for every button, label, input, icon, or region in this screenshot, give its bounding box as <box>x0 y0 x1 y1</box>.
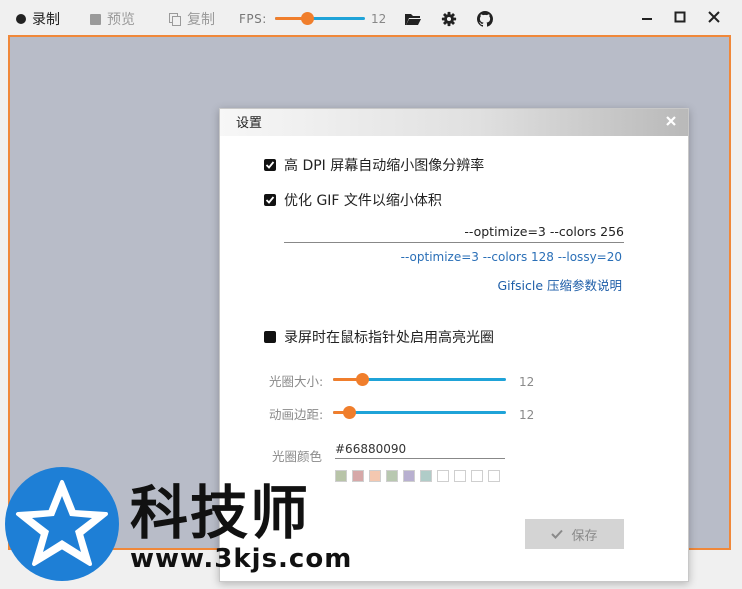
dialog-close-icon[interactable] <box>664 114 678 128</box>
color-swatch[interactable] <box>386 470 398 482</box>
hidpi-checkbox-row[interactable]: 高 DPI 屏幕自动缩小图像分辨率 <box>264 155 484 175</box>
record-label: 录制 <box>32 12 60 28</box>
color-swatch[interactable] <box>403 470 415 482</box>
watermark-text: 科技师 <box>130 479 311 547</box>
anim-margin-value: 12 <box>519 408 535 422</box>
color-swatch[interactable] <box>471 470 483 482</box>
color-swatch[interactable] <box>454 470 466 482</box>
close-icon[interactable] <box>704 9 724 27</box>
fps-value: 12 <box>371 12 387 26</box>
optimize-args-input[interactable]: --optimize=3 --colors 256 <box>284 222 624 243</box>
preview-button[interactable]: 预览 <box>90 10 135 28</box>
toolbar: 录制 预览 复制 FPS: 12 <box>0 0 742 36</box>
anim-margin-label: 动画边距: <box>269 407 324 422</box>
gif-optimize-label: 优化 GIF 文件以缩小体积 <box>284 193 442 209</box>
gear-icon[interactable] <box>440 11 458 27</box>
fps-slider[interactable] <box>275 12 365 26</box>
hidpi-label: 高 DPI 屏幕自动缩小图像分辨率 <box>284 158 485 174</box>
halo-size-value: 12 <box>519 375 535 389</box>
highlight-checkbox-row[interactable]: 录屏时在鼠标指针处启用高亮光圈 <box>264 327 494 347</box>
halo-size-label: 光圈大小: <box>269 374 324 389</box>
gif-optimize-checkbox[interactable] <box>264 194 276 206</box>
save-label: 保存 <box>571 528 598 544</box>
minimize-icon[interactable] <box>637 9 657 27</box>
copy-button[interactable]: 复制 <box>169 10 215 28</box>
anim-margin-slider[interactable] <box>333 406 506 420</box>
dialog-header: 设置 <box>220 109 688 136</box>
dialog-title: 设置 <box>236 116 263 131</box>
highlight-label: 录屏时在鼠标指针处启用高亮光圈 <box>284 330 494 346</box>
halo-size-slider[interactable] <box>333 373 506 387</box>
maximize-icon[interactable] <box>670 9 690 27</box>
github-icon[interactable] <box>476 11 494 27</box>
halo-size-slider-knob[interactable] <box>356 373 370 386</box>
fps-slider-knob[interactable] <box>300 12 314 25</box>
copy-label: 复制 <box>187 12 215 28</box>
save-button[interactable]: 保存 <box>525 519 624 549</box>
gif-optimize-checkbox-row[interactable]: 优化 GIF 文件以缩小体积 <box>264 190 442 210</box>
watermark-url: www.3kjs.com <box>130 544 353 574</box>
hidpi-checkbox[interactable] <box>264 159 276 171</box>
highlight-checkbox[interactable] <box>264 331 276 343</box>
color-swatch[interactable] <box>420 470 432 482</box>
fps-label: FPS: <box>239 12 267 26</box>
folder-open-icon[interactable] <box>404 11 422 27</box>
color-swatch[interactable] <box>437 470 449 482</box>
record-dot-icon <box>16 14 26 24</box>
optimize-args-suggestion[interactable]: --optimize=3 --colors 128 --lossy=20 <box>401 250 622 264</box>
gifsicle-help-link[interactable]: Gifsicle 压缩参数说明 <box>497 275 622 294</box>
copy-icon <box>169 12 181 26</box>
record-button[interactable]: 录制 <box>16 10 60 28</box>
check-icon <box>551 529 564 539</box>
anim-margin-slider-knob[interactable] <box>342 406 356 419</box>
color-swatch[interactable] <box>488 470 500 482</box>
preview-label: 预览 <box>107 12 135 28</box>
preview-square-icon <box>90 13 101 25</box>
